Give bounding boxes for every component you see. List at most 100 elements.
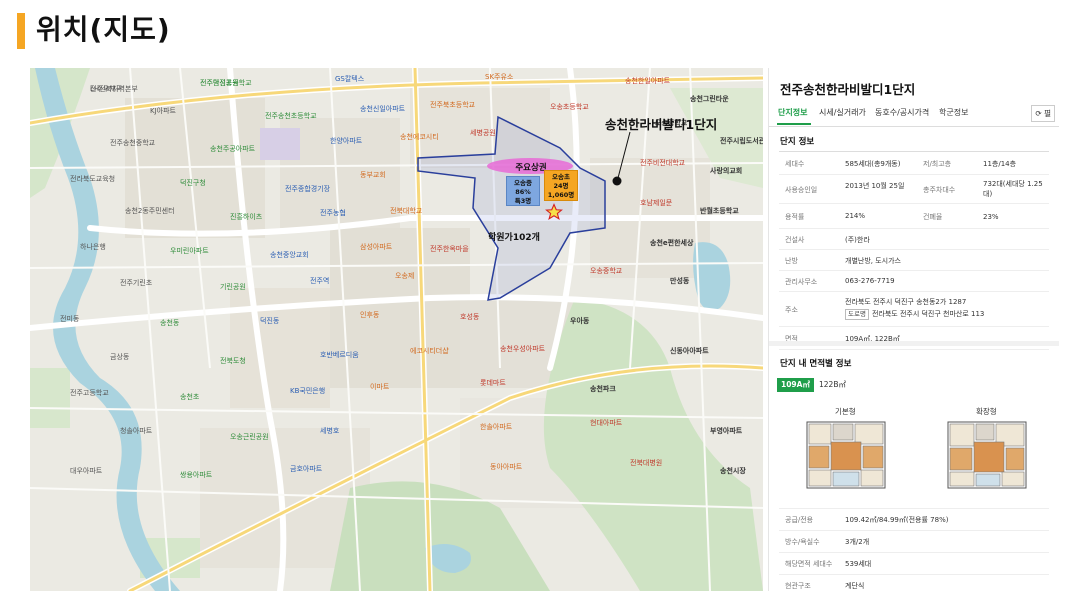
tab-unit-price[interactable]: 동호수/공시가격	[875, 107, 929, 118]
map-place-label: 삼성아파트	[360, 243, 393, 251]
spec-key: 해당면적 세대수	[785, 560, 833, 568]
complex-name: 전주송천한라비발디1단지	[780, 82, 916, 97]
map-place-label: 송천우성아파트	[500, 345, 546, 353]
map-place-label: 금호아파트	[290, 465, 323, 473]
elementary-school-name: 오송초	[552, 173, 570, 181]
map-place-label: 전미동	[60, 315, 80, 323]
info-row: 세대수 585세대(총9개동) 저/최고층 11층/14층	[779, 152, 1049, 175]
slide-title: 위치(지도)	[36, 13, 171, 46]
spec-value: 539세대	[845, 560, 872, 568]
spec-key: 현관구조	[785, 582, 811, 590]
map-place-label: 송천그린타운	[690, 95, 729, 103]
map-place-label: 인후동	[360, 311, 380, 319]
info-row: 건설사 (주)한라	[779, 229, 1049, 250]
area-tab-109a[interactable]: 109A㎡	[777, 378, 814, 392]
map-place-label: 오송중학교	[590, 267, 623, 275]
map-view[interactable]: LH전북지역본부 전주만성초등학교 GS칼텍스 SK주유소 송천한일아파트 송천그린타운 K…	[30, 68, 763, 591]
spec-value: 3개/2개	[845, 538, 870, 546]
map-place-label: 송천주공아파트	[210, 145, 256, 153]
info-table: 세대수 585세대(총9개동) 저/최고층 11층/14층 사용승인일 2013…	[779, 151, 1049, 350]
map-place-label: 송천동	[160, 319, 180, 327]
map-place-label: 우미린아파트	[170, 247, 209, 255]
map-place-label: 전북대병원	[630, 459, 663, 467]
map-place-label: 대우아파트	[70, 467, 103, 475]
map-place-label: 반월초등학교	[700, 207, 739, 215]
info-key: 주소	[785, 306, 798, 314]
map-place-label: 덕진동	[260, 317, 280, 325]
map-place-label: 동부교회	[360, 171, 386, 179]
map-place-label: 전주고등학교	[70, 389, 109, 397]
map-place-label: 전주시립도서관	[720, 137, 763, 145]
map-place-label: 현대아파트	[590, 419, 623, 427]
road-name-badge: 도로명	[845, 309, 869, 320]
complex-callout-title: 송천한라비발디1단지	[605, 117, 718, 132]
map-place-label: 오송근린공원	[230, 433, 269, 441]
info-value: 214%	[845, 212, 866, 220]
map-place-label: 전주역	[310, 277, 330, 285]
complex-info-panel: 전주송천한라비발디1단지 단지정보 시세/실거래가 동호수/공시가격 학군정보 …	[768, 68, 1059, 591]
info-value: 개별난방, 도시가스	[845, 257, 901, 265]
info-row: 용적률 214% 건폐율 23%	[779, 204, 1049, 229]
tab-price[interactable]: 시세/실거래가	[819, 107, 866, 118]
info-row: 관리사무소 063-276-7719	[779, 271, 1049, 292]
map-place-label: 송천중앙교회	[270, 251, 309, 259]
info-key: 세대수	[785, 160, 805, 168]
floorplan-extended-caption: 확장형	[976, 407, 997, 416]
map-place-label: 동아아파트	[490, 463, 523, 471]
title-accent-bar	[17, 13, 25, 49]
map-place-label: 한양아파트	[330, 137, 363, 145]
info-value: 063-276-7719	[845, 277, 895, 285]
tab-school[interactable]: 학군정보	[939, 107, 968, 118]
info-row: 사용승인일 2013년 10월 25일 총주차대수 732대(세대당 1.25대…	[779, 175, 1049, 204]
map-place-label: 전북대학교	[390, 207, 423, 215]
map-place-label: 호남제일문	[640, 199, 673, 207]
map-place-label: 호반베르디움	[320, 351, 359, 359]
middle-school-ratio: 86%	[515, 188, 531, 196]
floorplan-basic-caption: 기본형	[835, 407, 856, 416]
area-section-title: 단지 내 면적별 정보	[780, 359, 852, 369]
map-place-label: 우아동	[570, 317, 590, 325]
info-key: 저/최고층	[923, 160, 952, 168]
floorplan-extended-image[interactable]	[946, 420, 1028, 490]
area-tab-122b[interactable]: 122B㎡	[815, 378, 850, 392]
middle-school-grade: 특3명	[514, 197, 532, 205]
active-tab-indicator	[777, 123, 811, 125]
info-key: 총주차대수	[923, 186, 956, 194]
info-row: 면적 109A㎡, 122B㎡	[779, 327, 1049, 350]
map-place-label: 롯데마트	[480, 379, 506, 387]
map-place-label: 송천한일아파트	[625, 77, 671, 85]
info-value: 23%	[983, 213, 999, 221]
map-place-label: 전주한옥마을	[430, 245, 469, 253]
info-key: 건설사	[785, 236, 805, 244]
map-place-label: 호성동	[460, 313, 480, 321]
info-section-title: 단지 정보	[780, 137, 815, 147]
map-place-label: 전주기린초	[120, 279, 153, 287]
map-place-label: 송천시장	[720, 467, 746, 475]
map-place-label: KJ아파트	[150, 107, 176, 115]
floorplan-basic-image[interactable]	[805, 420, 887, 490]
address-jibun: 전라북도 전주시 덕진구 송천동2가 1287	[845, 298, 967, 306]
section-divider	[769, 341, 1059, 346]
star-marker-icon	[545, 203, 563, 220]
info-tabs: 단지정보 시세/실거래가 동호수/공시가격 학군정보 ⟳ 펼	[769, 102, 1059, 127]
map-place-label: 기린공원	[220, 283, 246, 291]
address-road: 전라북도 전주시 덕진구 천마산로 113	[871, 310, 985, 318]
expand-button[interactable]: ⟳ 펼	[1031, 105, 1055, 122]
map-place-label: 전라북도교육청	[70, 175, 116, 183]
spec-row: 해당면적 세대수 539세대	[779, 553, 1049, 575]
map-place-label: 송천e편한세상	[650, 239, 694, 247]
map-place-label: 세병공원	[470, 129, 496, 137]
map-place-label: 전주우체국	[90, 85, 123, 93]
info-value: 2013년 10월 25일	[845, 182, 905, 190]
map-place-label: 전주농협	[320, 209, 346, 217]
tab-complex-info[interactable]: 단지정보	[778, 107, 807, 118]
academy-count-label: 학원가102개	[488, 233, 540, 243]
map-place-label: 송천2동주민센터	[125, 207, 175, 215]
map-place-label: 진흥하이츠	[230, 213, 263, 221]
map-place-label: 송천초	[180, 393, 200, 401]
map-place-label: 덕진구청	[180, 179, 206, 187]
info-key: 용적률	[785, 213, 805, 221]
info-key: 관리사무소	[785, 278, 818, 286]
map-place-label: 전주종합경기장	[285, 185, 331, 193]
map-place-label: 송천신일아파트	[360, 105, 406, 113]
